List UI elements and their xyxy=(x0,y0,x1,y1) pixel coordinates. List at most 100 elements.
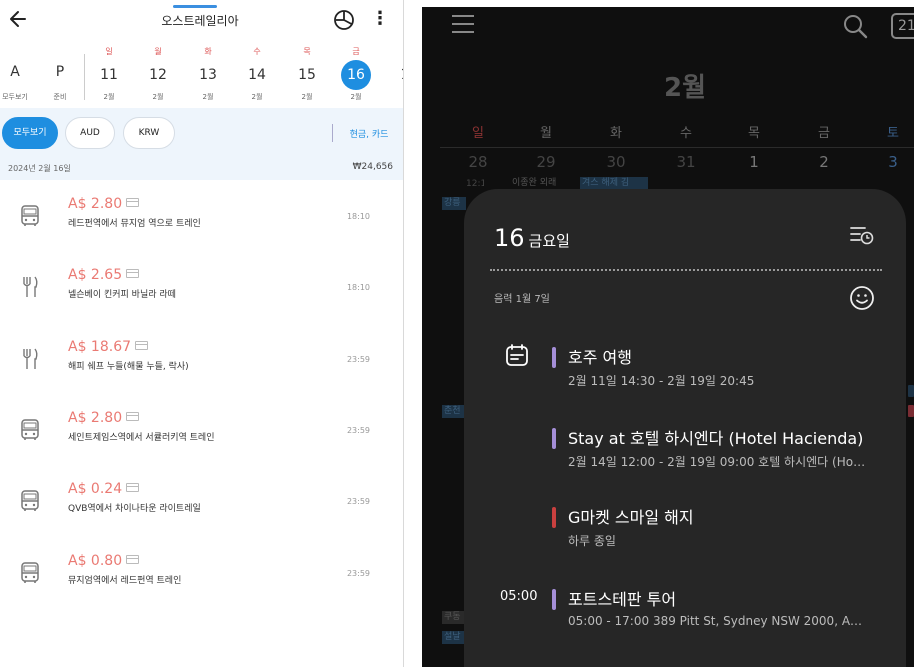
filter-chip-krw[interactable]: KRW xyxy=(123,117,175,149)
drag-indicator xyxy=(173,5,217,8)
expense-amount: A$ 18.67 xyxy=(68,338,132,355)
bg-event-4: 춘천 xyxy=(442,405,466,418)
day-detail-sheet[interactable]: 16 금요일 음력 1월 7일 호주 여행 2월 11일 14:30 - 2월 19… xyxy=(464,189,906,667)
event-title: G마켓 스마일 해지 xyxy=(568,508,694,527)
expense-description: 뮤지엄역에서 레드펀역 트레인 xyxy=(68,575,182,586)
calendar-day-cell[interactable]: 29 xyxy=(531,153,561,171)
event-color-bar xyxy=(552,589,556,610)
date-tab[interactable]: 목 15 2월 xyxy=(287,42,327,106)
expense-time: 18:10 xyxy=(346,283,370,293)
date-tab[interactable]: 화 13 2월 xyxy=(188,42,228,106)
all-view-tab[interactable]: A 모두보기 xyxy=(0,42,30,106)
grid-divider xyxy=(440,147,914,148)
date-tab[interactable]: 일 11 2월 xyxy=(89,42,129,106)
calendar-pane: 21 2월 일월화수목금토28293031123 12:15 이종완 외래 겨스… xyxy=(422,7,914,667)
event-title: 호주 여행 xyxy=(568,348,632,367)
split-divider[interactable] xyxy=(403,0,422,667)
credit-card-icon xyxy=(126,554,140,564)
date-tab-num: 13 xyxy=(199,67,217,83)
filter-chip-aud[interactable]: AUD xyxy=(65,117,115,149)
date-tab-dow: 목 xyxy=(303,47,311,56)
sheet-day-number: 16 xyxy=(494,224,525,252)
credit-card-icon xyxy=(126,198,140,207)
bus-icon xyxy=(20,489,40,513)
expense-time: 23:59 xyxy=(346,497,370,507)
date-tab[interactable]: 월 12 2월 xyxy=(138,42,178,106)
day-header: 2024년 2월 16일 ₩24,656 xyxy=(0,158,403,180)
event-subtitle: 2월 14일 12:00 - 2월 19일 09:00 호텔 하시엔다 (Hot… xyxy=(568,455,868,469)
event-start-time: 05:00 xyxy=(500,589,538,604)
weekday-label: 수 xyxy=(680,126,692,141)
date-tab-dow: 수 xyxy=(253,47,261,56)
filter-chip-all[interactable]: 모두보기 xyxy=(2,117,58,149)
prepare-tab[interactable]: P 준비 xyxy=(45,42,75,106)
weekday-label: 월 xyxy=(540,126,552,141)
trip-title: 오스트레일리아 xyxy=(161,14,239,28)
fork-knife-icon xyxy=(20,275,40,299)
screen-root: 오스트레일리아 ⋮ A 모두보기 P 준비 일 11 2월 월 12 2월 화 13 2월 수 14… xyxy=(0,0,914,667)
credit-card-icon xyxy=(126,269,140,279)
date-tab[interactable]: 금 16 2월 xyxy=(336,42,376,106)
split-divider-line xyxy=(403,0,404,667)
expense-time: 23:59 xyxy=(346,354,370,364)
date-tab[interactable]: 수 14 2월 xyxy=(237,42,277,106)
event-subtitle: 05:00 - 17:00 389 Pitt St, Sydney NSW 20… xyxy=(568,614,868,628)
date-tab-num: 12 xyxy=(149,67,167,83)
expense-row[interactable]: A$ 0.24 QVB역에서 차이나타운 라이트레일 23:59 xyxy=(0,467,403,538)
bus-icon xyxy=(20,204,40,228)
bg-event-3: 강릉 xyxy=(442,197,466,210)
event-row[interactable]: Stay at 호텔 하시엔다 (Hotel Hacienda) 2월 14일 1… xyxy=(464,425,906,485)
expense-amount-wrap: A$ 0.80 xyxy=(68,553,140,569)
back-arrow-icon[interactable] xyxy=(8,8,28,30)
date-tab-mon: 2 xyxy=(385,92,404,100)
bus-icon xyxy=(20,561,40,585)
today-button[interactable]: 21 xyxy=(891,13,914,39)
pie-chart-icon[interactable] xyxy=(333,9,355,31)
menu-icon[interactable] xyxy=(452,15,474,37)
event-color-bar xyxy=(552,347,556,368)
expense-row[interactable]: A$ 2.80 세인트제임스역에서 서큘러키역 트레인 23:59 xyxy=(0,396,403,467)
expense-row[interactable]: A$ 18.67 해피 쉐프 누들(해물 누들, 락사) 23:59 xyxy=(0,325,403,396)
event-title: 포트스테판 투어 xyxy=(568,590,677,609)
event-row[interactable]: 호주 여행 2월 11일 14:30 - 2월 19일 20:45 xyxy=(464,344,906,404)
weekday-label: 일 xyxy=(472,126,484,141)
expense-pane: 오스트레일리아 ⋮ A 모두보기 P 준비 일 11 2월 월 12 2월 화 13 2월 수 14… xyxy=(0,0,403,667)
date-tab[interactable]: 12 xyxy=(385,42,403,106)
event-color-bar xyxy=(552,428,556,449)
date-tab-mon: 2월 xyxy=(152,93,164,101)
expense-amount: A$ 2.65 xyxy=(68,267,123,284)
calendar-day-cell[interactable]: 28 xyxy=(463,153,493,171)
event-title: Stay at 호텔 하시엔다 (Hotel Hacienda) xyxy=(568,429,864,448)
weekday-label: 목 xyxy=(748,126,760,141)
fork-knife-icon xyxy=(20,347,40,371)
strip-divider xyxy=(84,54,85,100)
event-row[interactable]: 05:00 포트스테판 투어 05:00 - 17:00 389 Pitt St, … xyxy=(464,586,906,646)
lunar-date: 음력 1월 7일 xyxy=(494,294,550,305)
calendar-day-cell[interactable]: 30 xyxy=(601,153,631,171)
payment-method-filter[interactable]: 현금, 카드 xyxy=(340,127,398,140)
expense-time: 23:59 xyxy=(346,568,370,578)
calendar-day-cell[interactable]: 3 xyxy=(878,153,908,171)
date-tab-num: 16 xyxy=(341,60,371,90)
list-clock-icon[interactable] xyxy=(849,224,875,246)
more-vert-icon[interactable]: ⋮ xyxy=(370,8,390,30)
calendar-day-cell[interactable]: 1 xyxy=(739,153,769,171)
day-total: ₩24,656 xyxy=(352,162,393,172)
all-view-letter: A xyxy=(10,64,20,80)
expense-row[interactable]: A$ 2.65 넬슨베이 킨커피 바닐라 라떼 18:10 xyxy=(0,253,403,324)
date-tab-num: 15 xyxy=(298,67,316,83)
expense-amount-wrap: A$ 0.24 xyxy=(68,481,140,497)
event-row[interactable]: G마켓 스마일 해지 하루 종일 xyxy=(464,504,906,564)
bg-event-6: 설날 xyxy=(442,631,466,644)
expense-row[interactable]: A$ 0.80 뮤지엄역에서 레드펀역 트레인 23:59 xyxy=(0,539,403,610)
expense-row[interactable]: A$ 2.80 레드펀역에서 뮤지엄 역으로 트레인 18:10 xyxy=(0,182,403,253)
weekday-label: 화 xyxy=(610,126,622,141)
expense-description: 해피 쉐프 누들(해물 누들, 락사) xyxy=(68,361,189,372)
calendar-day-cell[interactable]: 2 xyxy=(809,153,839,171)
search-icon[interactable] xyxy=(842,13,868,39)
currency-filter-bar: 모두보기 AUD KRW 현금, 카드 xyxy=(0,108,403,158)
date-tab-num: 14 xyxy=(248,67,266,83)
calendar-day-cell[interactable]: 31 xyxy=(671,153,701,171)
smile-icon[interactable] xyxy=(849,285,875,311)
expense-amount: A$ 2.80 xyxy=(68,409,123,426)
